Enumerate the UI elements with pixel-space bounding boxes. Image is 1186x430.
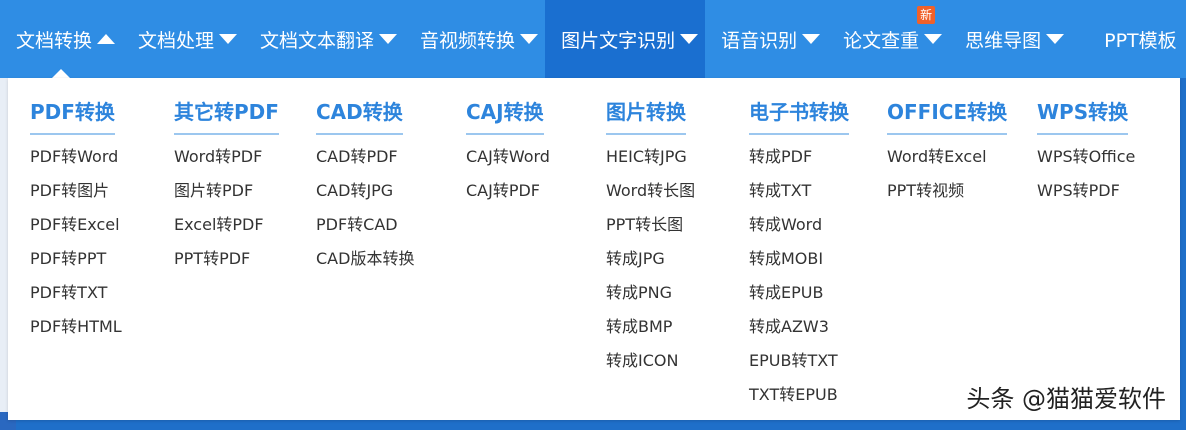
menu-item[interactable]: EPUB转TXT — [749, 344, 849, 378]
menu-item[interactable]: Word转长图 — [606, 174, 695, 208]
column-title: 其它转PDF — [174, 96, 279, 135]
menu-item[interactable]: CAD转JPG — [316, 174, 414, 208]
chevron-down-icon — [680, 34, 699, 44]
column-wps-convert: WPS转换 WPS转Office WPS转PDF — [1037, 96, 1135, 208]
column-title: PDF转换 — [30, 96, 115, 135]
menu-item[interactable]: CAJ转PDF — [466, 174, 550, 208]
nav-item-mindmap[interactable]: 思维导图 — [949, 0, 1071, 78]
nav-item-plagiarism[interactable]: 论文查重 新 — [827, 0, 949, 78]
menu-item[interactable]: PPT转视频 — [887, 174, 1007, 208]
nav-item-document-convert[interactable]: 文档转换 — [0, 0, 122, 78]
menu-item[interactable]: 转成AZW3 — [749, 310, 849, 344]
menu-item[interactable]: CAD转PDF — [316, 140, 414, 174]
menu-item[interactable]: PDF转Word — [30, 140, 122, 174]
menu-item[interactable]: PPT转长图 — [606, 208, 695, 242]
column-cad-convert: CAD转换 CAD转PDF CAD转JPG PDF转CAD CAD版本转换 — [316, 96, 414, 276]
menu-item[interactable]: PDF转图片 — [30, 174, 122, 208]
column-ebook-convert: 电子书转换 转成PDF 转成TXT 转成Word 转成MOBI 转成EPUB 转… — [749, 96, 849, 412]
nav-item-label: 思维导图 — [965, 29, 1042, 52]
menu-item[interactable]: 转成EPUB — [749, 276, 849, 310]
nav-item-label: 音视频转换 — [420, 29, 516, 52]
menu-item[interactable]: PDF转PPT — [30, 242, 122, 276]
chevron-down-icon — [379, 34, 398, 44]
menu-item[interactable]: PPT转PDF — [174, 242, 279, 276]
menu-item[interactable]: CAJ转Word — [466, 140, 550, 174]
menu-item[interactable]: 转成JPG — [606, 242, 695, 276]
new-badge: 新 — [917, 6, 936, 24]
nav-item-translate[interactable]: 文档文本翻译 — [244, 0, 404, 78]
dropdown-pointer — [52, 69, 70, 78]
menu-item[interactable]: 转成Word — [749, 208, 849, 242]
chevron-down-icon — [924, 34, 943, 44]
nav-item-label: 文档文本翻译 — [260, 29, 375, 52]
menu-item[interactable]: Excel转PDF — [174, 208, 279, 242]
nav-item-av-convert[interactable]: 音视频转换 — [404, 0, 545, 78]
menu-item[interactable]: TXT转EPUB — [749, 378, 849, 412]
column-title: WPS转换 — [1037, 96, 1129, 135]
column-office-convert: OFFICE转换 Word转Excel PPT转视频 — [887, 96, 1008, 208]
column-other-to-pdf: 其它转PDF Word转PDF 图片转PDF Excel转PDF PPT转PDF — [174, 96, 279, 276]
nav-item-label: 文档处理 — [138, 29, 215, 52]
nav-item-label: PPT模板 — [1104, 29, 1177, 52]
column-title: 电子书转换 — [749, 96, 849, 135]
column-title: CAJ转换 — [466, 96, 544, 135]
menu-item[interactable]: 转成ICON — [606, 344, 695, 378]
menu-item[interactable]: 转成TXT — [749, 174, 849, 208]
menu-item[interactable]: CAD版本转换 — [316, 242, 414, 276]
menu-item[interactable]: WPS转PDF — [1037, 174, 1135, 208]
menu-item[interactable]: 图片转PDF — [174, 174, 279, 208]
menu-item[interactable]: 转成MOBI — [749, 242, 849, 276]
menu-item[interactable]: PDF转TXT — [30, 276, 122, 310]
chevron-down-icon — [802, 34, 821, 44]
menu-item[interactable]: 转成BMP — [606, 310, 695, 344]
menu-item[interactable]: 转成PDF — [749, 140, 849, 174]
chevron-down-icon — [520, 34, 539, 44]
chevron-down-icon — [1046, 34, 1065, 44]
column-title: OFFICE转换 — [887, 96, 1008, 135]
menu-item[interactable]: Word转PDF — [174, 140, 279, 174]
menu-item[interactable]: WPS转Office — [1037, 140, 1135, 174]
menu-item[interactable]: Word转Excel — [887, 140, 1007, 174]
column-caj-convert: CAJ转换 CAJ转Word CAJ转PDF — [466, 96, 550, 208]
menu-item[interactable]: PDF转HTML — [30, 310, 122, 344]
menu-item[interactable]: HEIC转JPG — [606, 140, 695, 174]
menu-item[interactable]: PDF转CAD — [316, 208, 414, 242]
column-pdf-convert: PDF转换 PDF转Word PDF转图片 PDF转Excel PDF转PPT … — [30, 96, 122, 344]
top-nav-bar: 文档转换 文档处理 文档文本翻译 音视频转换 图片文字识别 语音识别 论文查重 … — [0, 0, 1186, 78]
menu-item[interactable]: PDF转Excel — [30, 208, 122, 242]
column-title: 图片转换 — [606, 96, 686, 135]
nav-item-ocr[interactable]: 图片文字识别 — [545, 0, 706, 78]
nav-item-label: 论文查重 — [843, 29, 920, 52]
chevron-down-icon — [219, 34, 238, 44]
nav-item-ppt-template[interactable]: PPT模板 — [1071, 0, 1184, 78]
nav-item-label: 图片文字识别 — [561, 29, 676, 52]
dropdown-panel: PDF转换 PDF转Word PDF转图片 PDF转Excel PDF转PPT … — [8, 78, 1180, 420]
nav-item-speech[interactable]: 语音识别 — [705, 0, 827, 78]
chevron-up-icon — [97, 34, 116, 44]
nav-item-document-process[interactable]: 文档处理 — [122, 0, 244, 78]
nav-item-label: 语音识别 — [721, 29, 798, 52]
column-title: CAD转换 — [316, 96, 403, 135]
watermark-text: 头条 @猫猫爱软件 — [966, 385, 1166, 413]
column-image-convert: 图片转换 HEIC转JPG Word转长图 PPT转长图 转成JPG 转成PNG… — [606, 96, 695, 378]
menu-item[interactable]: 转成PNG — [606, 276, 695, 310]
nav-item-label: 文档转换 — [16, 29, 93, 52]
